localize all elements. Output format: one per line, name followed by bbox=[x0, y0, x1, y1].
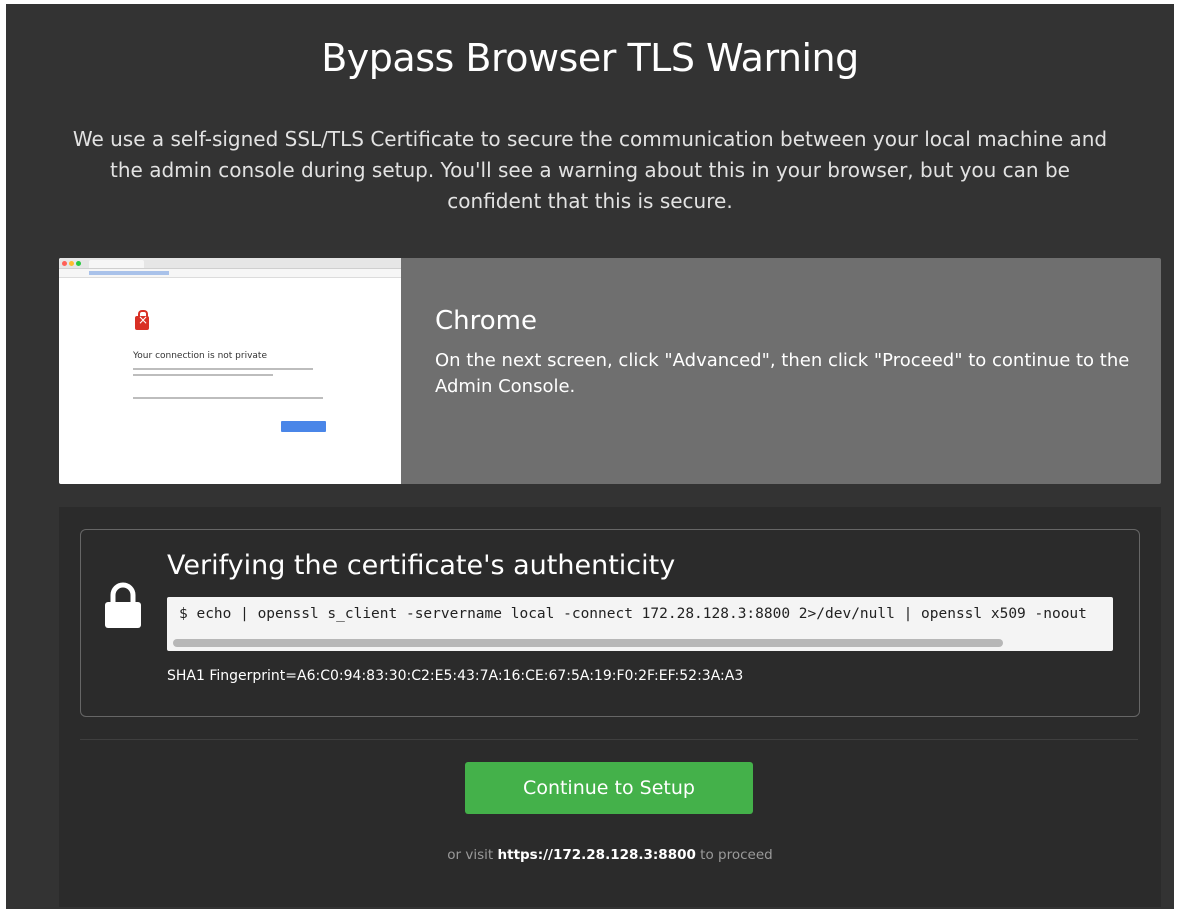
chrome-warning-screenshot: Your connection is not private bbox=[59, 258, 401, 484]
thumbnail-tab bbox=[89, 260, 144, 268]
command-box[interactable]: $ echo | openssl s_client -servername lo… bbox=[167, 597, 1113, 651]
continue-to-setup-button[interactable]: Continue to Setup bbox=[465, 762, 753, 814]
page-title: Bypass Browser TLS Warning bbox=[321, 36, 859, 80]
lock-icon bbox=[105, 582, 141, 628]
verification-panel: Verifying the certificate's authenticity… bbox=[59, 507, 1161, 907]
intro-text: We use a self-signed SSL/TLS Certificate… bbox=[72, 127, 1108, 213]
red-lock-icon bbox=[135, 310, 149, 330]
certificate-title: Verifying the certificate's authenticity bbox=[167, 550, 676, 581]
certificate-box: Verifying the certificate's authenticity… bbox=[80, 529, 1140, 717]
page-frame: Bypass Browser TLS Warning We use a self… bbox=[6, 4, 1174, 909]
visit-line: or visit https://172.28.128.3:8800 to pr… bbox=[59, 847, 1161, 863]
thumbnail-text-line bbox=[133, 374, 273, 376]
maximize-dot-icon bbox=[76, 261, 81, 266]
minimize-dot-icon bbox=[69, 261, 74, 266]
sha1-fingerprint: SHA1 Fingerprint=A6:C0:94:83:30:C2:E5:43… bbox=[167, 668, 744, 684]
divider bbox=[80, 739, 1138, 740]
command-scrollbar[interactable] bbox=[173, 639, 1107, 647]
close-dot-icon bbox=[62, 261, 67, 266]
thumbnail-heading: Your connection is not private bbox=[133, 351, 267, 361]
visit-prefix: or visit bbox=[447, 847, 494, 863]
browser-card-chrome: Your connection is not private Chrome On… bbox=[59, 258, 1161, 484]
openssl-command[interactable]: $ echo | openssl s_client -servername lo… bbox=[179, 606, 1087, 622]
visit-url-link[interactable]: https://172.28.128.3:8800 bbox=[498, 847, 696, 863]
thumbnail-url bbox=[89, 271, 169, 275]
thumbnail-text-line bbox=[133, 397, 323, 399]
browser-instructions: On the next screen, click "Advanced", th… bbox=[435, 350, 1130, 397]
visit-suffix: to proceed bbox=[700, 847, 773, 863]
thumbnail-back-button bbox=[281, 421, 326, 432]
scrollbar-thumb[interactable] bbox=[173, 639, 1003, 647]
thumbnail-text-line bbox=[133, 368, 313, 370]
browser-name: Chrome bbox=[435, 306, 537, 336]
